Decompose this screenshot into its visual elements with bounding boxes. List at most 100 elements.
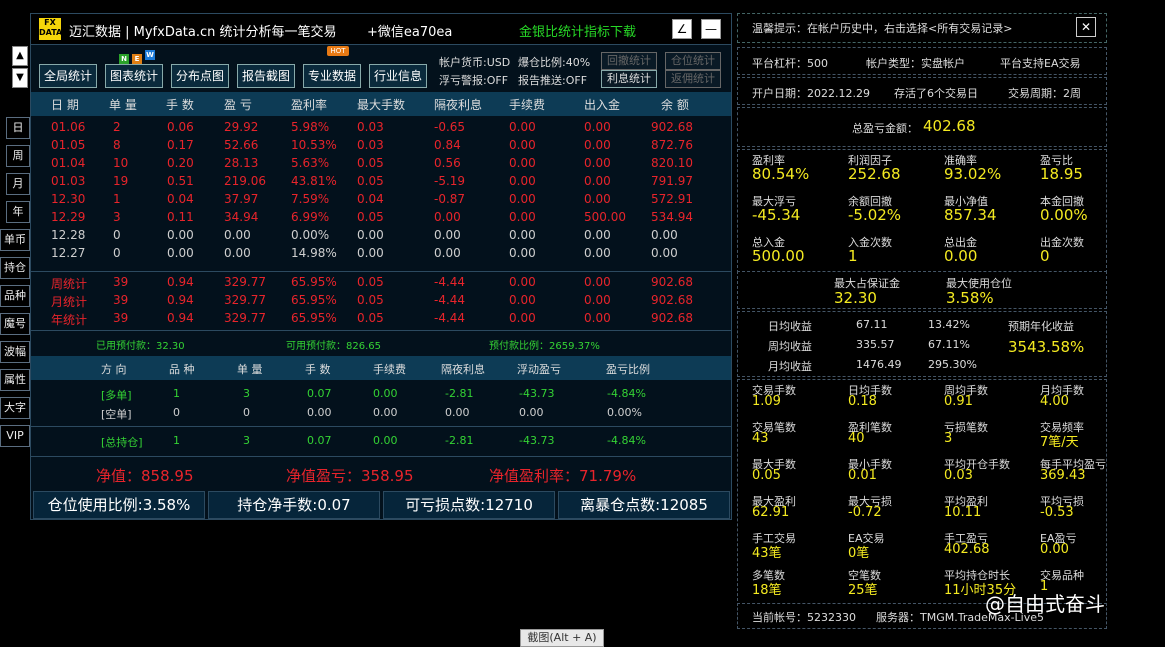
stat-value: 0.00% [1040, 206, 1088, 224]
col-swap: 隔夜利息 [434, 98, 483, 112]
period-month-button[interactable]: 月 [6, 173, 30, 195]
table-cell: 0.06 [167, 120, 194, 134]
table-cell: 0.00 [167, 246, 194, 260]
table-cell: 0.03 [357, 138, 384, 152]
pos-col-ratio: 盈亏比例 [606, 363, 650, 376]
divider [31, 271, 731, 272]
close-icon[interactable]: ✕ [1076, 17, 1096, 37]
stat-value: 0.00 [944, 247, 978, 265]
table-cell: 01.03 [51, 174, 86, 188]
period-week-button[interactable]: 周 [6, 145, 30, 167]
stat-value: 43笔 [752, 546, 782, 561]
account-info-1: 平台杠杆：500 帐户类型：实盘帐户 平台支持EA交易 [737, 47, 1107, 75]
stat-value: 857.34 [944, 206, 997, 224]
minimize-icon[interactable]: — [701, 19, 721, 39]
account-currency: 帐户货币:USD [439, 56, 511, 69]
scroll-up-button[interactable]: ▲ [12, 46, 28, 66]
total-cell: 39 [113, 293, 129, 307]
stat-value: 4.00 [1040, 394, 1069, 409]
total-cell: 0.00 [584, 311, 611, 325]
table-cell: 0.17 [167, 138, 194, 152]
table-cell: 0.00 [509, 174, 536, 188]
table-cell: 7.59% [291, 192, 330, 206]
col-commission: 手续费 [509, 98, 546, 112]
pos-col-floating: 浮动盈亏 [517, 363, 561, 376]
industry-info-button[interactable]: 行业信息 [369, 64, 427, 88]
total-cell: 0.94 [167, 311, 194, 325]
return-rate: 13.42% [928, 318, 970, 331]
table-cell: 0.05 [357, 210, 384, 224]
table-cell: 8 [113, 138, 121, 152]
pos-col-orders: 单 量 [237, 363, 263, 376]
ea-support: 平台支持EA交易 [1000, 57, 1081, 70]
table-cell: 5.63% [291, 156, 330, 170]
position-stats-button[interactable]: 仓位统计 [665, 52, 721, 70]
menu-large-font[interactable]: 大字 [0, 397, 30, 419]
menu-single-currency[interactable]: 单币 [0, 229, 30, 251]
total-pl-label: 总盈亏金额： [852, 122, 918, 135]
position-cell: -43.73 [519, 387, 555, 400]
stat-value: 500.00 [752, 247, 805, 265]
stat-value: -0.72 [848, 505, 882, 520]
position-total-cell: -4.84% [607, 434, 646, 447]
col-rate: 盈利率 [291, 98, 328, 112]
menu-attributes[interactable]: 属性 [0, 369, 30, 391]
stats-panel: 温馨提示：在帐户历史中，右击选择<所有交易记录> ✕ 平台杠杆：500 帐户类型… [737, 13, 1107, 629]
loss-capacity-points: 可亏损点数:12710 [383, 491, 555, 519]
position-cell: 0 [173, 406, 180, 419]
pos-col-symbol: 品 种 [169, 363, 195, 376]
global-stats-button[interactable]: 全局统计 [39, 64, 97, 88]
rebate-stats-button[interactable]: 返佣统计 [665, 70, 721, 88]
table-cell: 0.00 [584, 156, 611, 170]
drawdown-stats-button[interactable]: 回撤统计 [601, 52, 657, 70]
table-cell: 0.00 [509, 138, 536, 152]
chart-stats-button[interactable]: 图表统计 [105, 64, 163, 88]
stat-value: -45.34 [752, 206, 801, 224]
stat-value: 1.09 [752, 394, 781, 409]
summary-grid-1: 盈利率 80.54% 利润因子 252.68 准确率 93.02% 盈亏比 18.95 最大浮亏… [737, 149, 1107, 273]
trade-cycle: 交易周期：2周 [1008, 87, 1081, 100]
table-cell: 43.81% [291, 174, 337, 188]
float-loss-alert: 浮亏警报:OFF [439, 74, 509, 87]
new-badge-w: W [145, 50, 155, 60]
total-cell: 0.00 [584, 275, 611, 289]
table-cell: 500.00 [584, 210, 626, 224]
net-equity-pl: 净值盈亏：358.95 [286, 467, 414, 485]
interest-stats-button[interactable]: 利息统计 [601, 70, 657, 88]
total-cell: 0.94 [167, 275, 194, 289]
total-cell: -4.44 [434, 275, 466, 289]
table-cell: 6.99% [291, 210, 330, 224]
position-cell: 0.00 [373, 406, 398, 419]
distribution-chart-button[interactable]: 分布点图 [171, 64, 229, 88]
table-cell: 0.56 [434, 156, 461, 170]
menu-volatility[interactable]: 波幅 [0, 341, 30, 363]
promo-download-link[interactable]: 金银比统计指标下载 [519, 21, 636, 40]
days-alive: 存活了6个交易日 [894, 87, 978, 100]
notice-bar: 温馨提示：在帐户历史中，右击选择<所有交易记录> ✕ [737, 13, 1107, 43]
max-margin-value: 32.30 [834, 289, 877, 307]
table-cell: 534.94 [651, 210, 693, 224]
menu-positions[interactable]: 持仓 [0, 257, 30, 279]
table-cell: 0.00% [291, 228, 330, 242]
table-cell: 0.51 [167, 174, 194, 188]
scroll-down-button[interactable]: ▼ [12, 68, 28, 88]
table-cell: 0 [113, 228, 121, 242]
menu-vip[interactable]: VIP [0, 425, 30, 447]
period-year-button[interactable]: 年 [6, 201, 30, 223]
edit-icon[interactable]: ∠ [672, 19, 692, 39]
menu-symbols[interactable]: 品种 [0, 285, 30, 307]
pro-data-button[interactable]: 专业数据 [303, 64, 361, 88]
total-cell: 0.00 [509, 311, 536, 325]
position-cell: 0.00 [445, 406, 470, 419]
table-cell: 0.84 [434, 138, 461, 152]
total-cell: 周统计 [51, 277, 88, 291]
table-cell: 01.06 [51, 120, 86, 134]
stopout-distance-points: 离暴仓点数:12085 [558, 491, 730, 519]
divider [31, 456, 731, 457]
table-cell: 28.13 [224, 156, 259, 170]
report-screenshot-button[interactable]: 报告截图 [237, 64, 295, 88]
period-day-button[interactable]: 日 [6, 117, 30, 139]
stat-value: 1 [848, 247, 858, 265]
menu-magic-number[interactable]: 魔号 [0, 313, 30, 335]
stat-value: 0.05 [752, 468, 781, 483]
